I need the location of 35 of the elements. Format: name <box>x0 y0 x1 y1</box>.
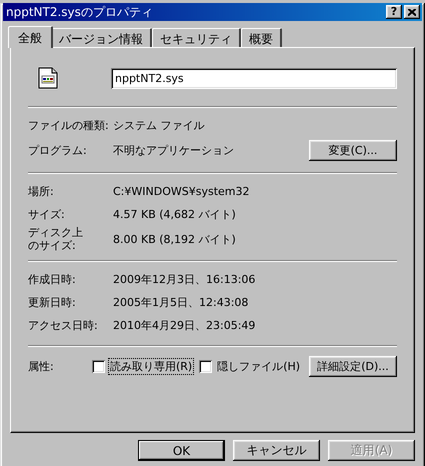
tab[interactable]: 概要 <box>241 28 282 47</box>
field-label: 更新日時: <box>28 296 77 309</box>
dialog-button[interactable]: OK <box>138 440 225 461</box>
field-value: 2009年12月3日、16:13:06 <box>113 272 256 287</box>
help-button[interactable]: ? <box>386 5 402 19</box>
field-label: ファイルの種類: <box>28 119 110 132</box>
field-value: 2010年4月29日、23:05:49 <box>113 318 256 333</box>
field-value: 2005年1月5日、12:43:08 <box>113 295 250 310</box>
field-value: C:¥WINDOWS¥system32 <box>113 185 250 198</box>
field-value: 4.57 KB (4,682 バイト) <box>113 207 237 222</box>
field-value: 8.00 KB (8,192 バイト) <box>113 232 237 246</box>
checkbox-label[interactable]: 読み取り専用(R) <box>109 358 194 374</box>
checkbox[interactable] <box>199 360 212 372</box>
dialog-button[interactable]: キャンセル <box>233 440 320 461</box>
field-label: ディスク上のサイズ: <box>28 226 83 252</box>
file-name-field[interactable]: npptNT2.sys <box>111 68 397 88</box>
attributes-label: 属性: <box>28 360 55 372</box>
file-icon <box>38 67 58 89</box>
field-label: 作成日時: <box>28 273 77 286</box>
tab[interactable]: バージョン情報 <box>51 28 152 47</box>
checkbox[interactable] <box>92 360 105 372</box>
tab[interactable]: セキュリティ <box>152 28 241 47</box>
checkbox-label[interactable]: 隠しファイル(H) <box>216 358 302 374</box>
close-button[interactable] <box>404 5 420 19</box>
advanced-button[interactable]: 詳細設定(D)... <box>309 356 397 376</box>
close-icon <box>408 8 416 16</box>
field-label: サイズ: <box>28 208 66 221</box>
tab[interactable]: 全般 <box>8 26 53 48</box>
field-label: プログラム: <box>28 144 88 157</box>
field-label: 場所: <box>28 185 55 198</box>
window-title: npptNT2.sysのプロパティ <box>6 4 154 20</box>
field-value: システム ファイル <box>113 118 206 133</box>
field-value: 不明なアプリケーション <box>113 143 235 158</box>
change-button[interactable]: 変更(C)... <box>309 140 397 161</box>
field-label: アクセス日時: <box>28 319 99 332</box>
